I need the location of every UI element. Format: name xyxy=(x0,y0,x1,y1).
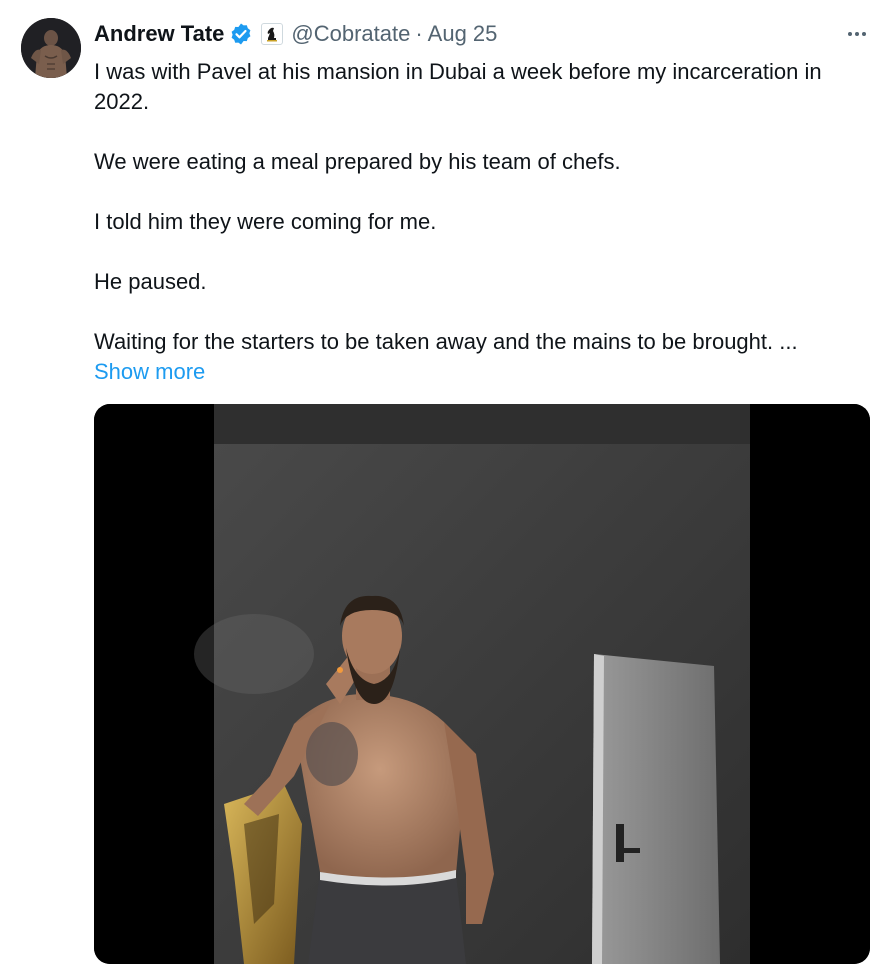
tweet-header: Andrew Tate @Cobratate · Aug 25 xyxy=(94,20,497,48)
tweet-paragraph: Waiting for the starters to be taken awa… xyxy=(94,329,798,354)
avatar[interactable] xyxy=(21,18,81,78)
tweet-date[interactable]: Aug 25 xyxy=(428,21,498,47)
tweet-paragraph: We were eating a meal prepared by his te… xyxy=(94,149,621,174)
tweet-paragraph: I told him they were coming for me. xyxy=(94,209,437,234)
author-handle[interactable]: @Cobratate xyxy=(291,21,410,47)
more-icon xyxy=(848,32,866,36)
author-name[interactable]: Andrew Tate xyxy=(94,21,224,47)
tweet-paragraph: I was with Pavel at his mansion in Dubai… xyxy=(94,59,822,114)
more-options-button[interactable] xyxy=(843,20,871,48)
tweet[interactable]: Andrew Tate @Cobratate · Aug 25 I was wi… xyxy=(0,0,887,964)
show-more-link[interactable]: Show more xyxy=(94,357,205,387)
tweet-paragraph: He paused. xyxy=(94,269,207,294)
chess-knight-icon[interactable] xyxy=(261,23,284,45)
header-separator: · xyxy=(415,21,423,46)
verified-badge-icon[interactable] xyxy=(229,22,253,46)
tweet-video[interactable] xyxy=(94,404,870,964)
tweet-text: I was with Pavel at his mansion in Dubai… xyxy=(94,57,874,387)
